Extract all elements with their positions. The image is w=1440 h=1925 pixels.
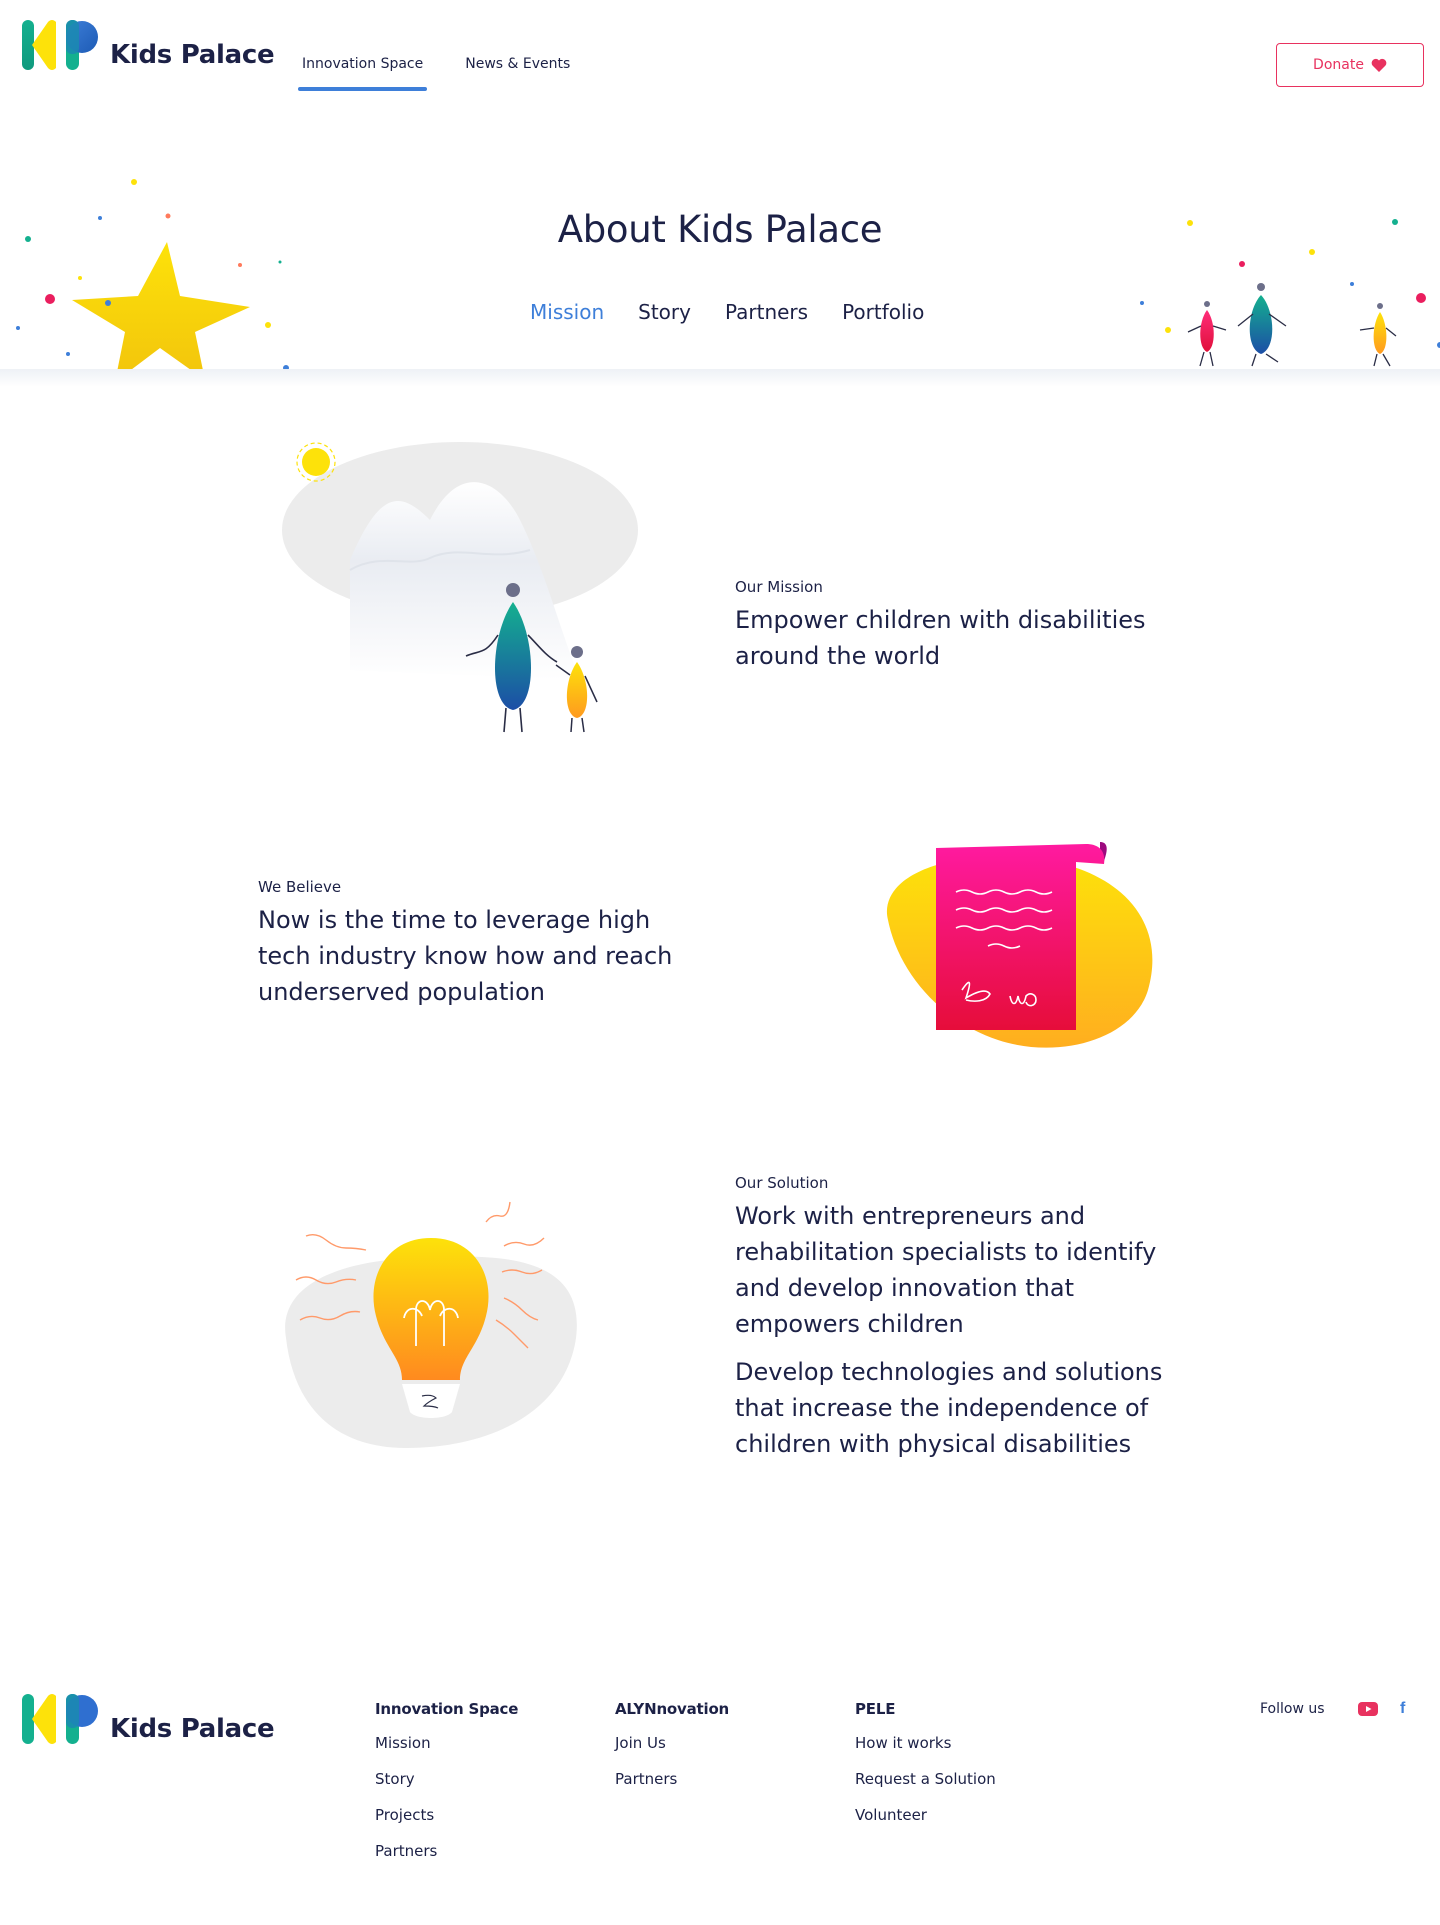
lightbulb-illustration (285, 1201, 577, 1448)
donate-button[interactable]: Donate (1276, 43, 1424, 87)
youtube-icon[interactable] (1358, 1702, 1378, 1716)
heart-icon (1371, 58, 1387, 72)
main-nav: Innovation Space News & Events (297, 56, 610, 91)
solution-statement-1: Work with entrepreneurs and rehabilitati… (735, 1202, 1157, 1338)
facebook-icon[interactable]: f (1400, 1699, 1412, 1719)
brand-name: Kids Palace (110, 40, 275, 70)
footer-link-partners[interactable]: Partners (615, 1768, 729, 1804)
believe-statement: Now is the time to leverage high tech in… (258, 906, 673, 1006)
kp-logo-mark (22, 20, 98, 70)
sun-icon (302, 448, 330, 476)
footer-brand-name: Kids Palace (110, 1714, 275, 1744)
nav-news-events[interactable]: News & Events (463, 56, 572, 72)
donate-label: Donate (1313, 57, 1364, 73)
hero-banner: About Kids Palace Mission Story Partners… (0, 100, 1440, 370)
site-header: Kids Palace Innovation Space News & Even… (0, 0, 1440, 100)
believe-text: We Believe Now is the time to leverage h… (258, 878, 708, 1010)
footer-heading: PELE (855, 1700, 896, 1718)
solution-eyebrow: Our Solution (735, 1174, 829, 1192)
mission-eyebrow: Our Mission (735, 578, 823, 596)
family-figures (1187, 283, 1397, 367)
tab-portfolio[interactable]: Portfolio (842, 300, 924, 324)
footer-link-projects[interactable]: Projects (375, 1804, 518, 1840)
footer-link-partners[interactable]: Partners (375, 1840, 518, 1876)
brand-logo[interactable]: Kids Palace (22, 20, 275, 70)
solution-statement-2: Develop technologies and solutions that … (735, 1358, 1163, 1458)
footer-link-join-us[interactable]: Join Us (615, 1732, 729, 1768)
tab-partners[interactable]: Partners (725, 300, 808, 324)
tab-mission[interactable]: Mission (530, 300, 604, 324)
footer-link-story[interactable]: Story (375, 1768, 518, 1804)
document-illustration (886, 842, 1153, 1048)
footer-heading: ALYNnovation (615, 1700, 730, 1718)
kp-logo-mark (22, 1694, 98, 1744)
footer-link-volunteer[interactable]: Volunteer (855, 1804, 996, 1840)
footer-link-mission[interactable]: Mission (375, 1732, 518, 1768)
mission-illustration (282, 442, 638, 733)
solution-text: Our Solution Work with entrepreneurs and… (735, 1174, 1195, 1462)
footer-column-innovation-space: Innovation Space Mission Story Projects … (375, 1700, 518, 1876)
footer-column-alynnovation: ALYNnovation Join Us Partners (615, 1700, 729, 1804)
believe-eyebrow: We Believe (258, 878, 342, 896)
footer-brand-logo[interactable]: Kids Palace (22, 1694, 275, 1744)
mission-text: Our Mission Empower children with disabi… (735, 578, 1175, 674)
hero-divider (0, 369, 1440, 387)
tab-story[interactable]: Story (638, 300, 691, 324)
mission-statement: Empower children with disabilities aroun… (735, 606, 1146, 670)
follow-us-label: Follow us (1260, 1701, 1325, 1717)
page-title: About Kids Palace (557, 208, 883, 251)
about-tabs: Mission Story Partners Portfolio (530, 300, 958, 324)
footer-link-request-solution[interactable]: Request a Solution (855, 1768, 996, 1804)
footer-link-how-it-works[interactable]: How it works (855, 1732, 996, 1768)
star-icon (72, 242, 250, 370)
footer-column-pele: PELE How it works Request a Solution Vol… (855, 1700, 996, 1840)
nav-innovation-space[interactable]: Innovation Space (297, 56, 428, 91)
footer-heading: Innovation Space (375, 1700, 519, 1718)
